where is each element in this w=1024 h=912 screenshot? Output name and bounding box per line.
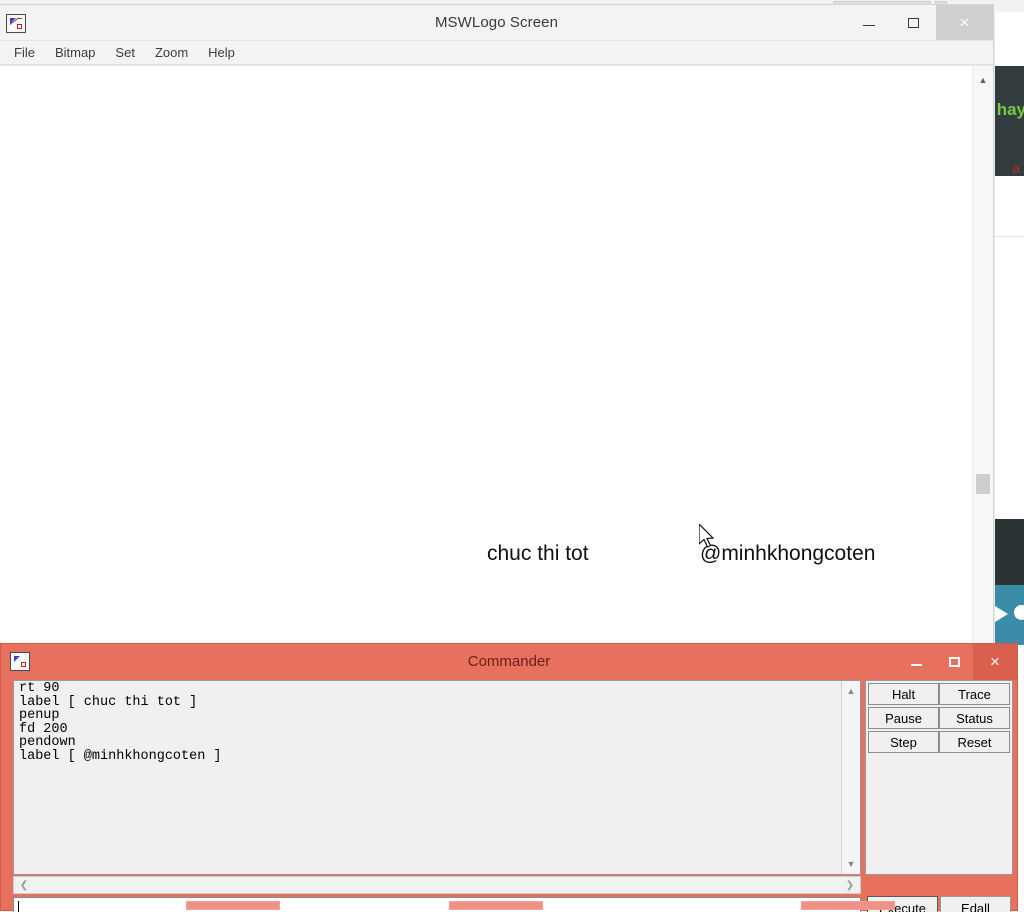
minimize-button[interactable] [846,5,891,40]
commander-titlebar: Commander × [1,644,1017,680]
minimize-icon [862,24,875,27]
background-red-text: a t [1012,160,1024,176]
screenshot-root: hay a t MSWLogo Screen [0,0,1024,912]
play-arrow-icon [995,606,1008,622]
minimize-icon [910,664,922,666]
circle-icon [1014,605,1024,620]
status-button[interactable]: Status [939,707,1010,729]
canvas-text-label-2: @minhkhongcoten [700,542,876,565]
chevron-right-icon[interactable]: ❯ [842,877,858,893]
commander-body: rt 90 label [ chuc thi tot ] penup fd 20… [9,680,1013,912]
screen-window-controls: × [846,5,993,40]
mouse-pointer-icon [699,524,715,548]
close-button[interactable]: × [936,5,993,40]
menu-item-bitmap[interactable]: Bitmap [45,41,105,64]
maximize-icon [908,17,919,28]
mswlogo-screen-window: MSWLogo Screen × File Bitmap Set Zoom He… [0,4,994,650]
drawing-canvas[interactable]: chuc thi tot @minhkhongcoten ▲ [0,65,993,650]
menu-item-file[interactable]: File [8,41,45,64]
chevron-up-icon[interactable]: ▲ [842,683,860,699]
chevron-up-icon[interactable]: ▲ [973,70,993,90]
commander-button-panel: Halt Trace Pause Status Step Reset [865,680,1013,875]
commander-maximize-button[interactable] [935,644,973,680]
background-green-text: hay [996,100,1024,119]
history-vertical-scrollbar[interactable]: ▲ ▼ [841,681,860,874]
edall-button[interactable]: Edall [940,896,1011,912]
menu-item-set[interactable]: Set [105,41,145,64]
menu-item-help[interactable]: Help [198,41,245,64]
chevron-left-icon[interactable]: ❮ [16,877,32,893]
commander-window: Commander × rt 90 label [ chuc thi tot ]… [0,643,1018,912]
scrollbar-thumb[interactable] [976,474,990,494]
screen-titlebar: MSWLogo Screen × [0,5,993,41]
commander-title: Commander [467,653,551,670]
maximize-button[interactable] [891,5,936,40]
commander-close-button[interactable]: × [973,644,1017,680]
background-divider-1 [995,236,1024,237]
text-caret [18,901,19,912]
trace-button[interactable]: Trace [939,683,1010,705]
halt-button[interactable]: Halt [868,683,939,705]
history-horizontal-scrollbar[interactable]: ❮ ❯ [13,876,861,894]
step-button[interactable]: Step [868,731,939,753]
pause-button[interactable]: Pause [868,707,939,729]
commander-window-controls: × [897,644,1017,680]
taskbar-ghost-3 [801,901,895,910]
maximize-icon [948,657,960,667]
menubar: File Bitmap Set Zoom Help [0,41,993,65]
reset-button[interactable]: Reset [939,731,1010,753]
command-history-box[interactable]: rt 90 label [ chuc thi tot ] penup fd 20… [13,680,861,875]
taskbar-ghost-2 [449,901,543,910]
canvas-vertical-scrollbar[interactable]: ▲ [972,66,993,650]
commander-minimize-button[interactable] [897,644,935,680]
command-input[interactable] [13,897,861,912]
taskbar-ghost-1 [186,901,280,910]
chevron-down-icon[interactable]: ▼ [842,856,860,872]
command-history-text: rt 90 label [ chuc thi tot ] penup fd 20… [19,681,222,764]
page-title: MSWLogo Screen [434,14,559,31]
canvas-text-label-1: chuc thi tot [487,542,589,565]
menu-item-zoom[interactable]: Zoom [145,41,198,64]
background-dark-panel-bottom [995,519,1024,585]
